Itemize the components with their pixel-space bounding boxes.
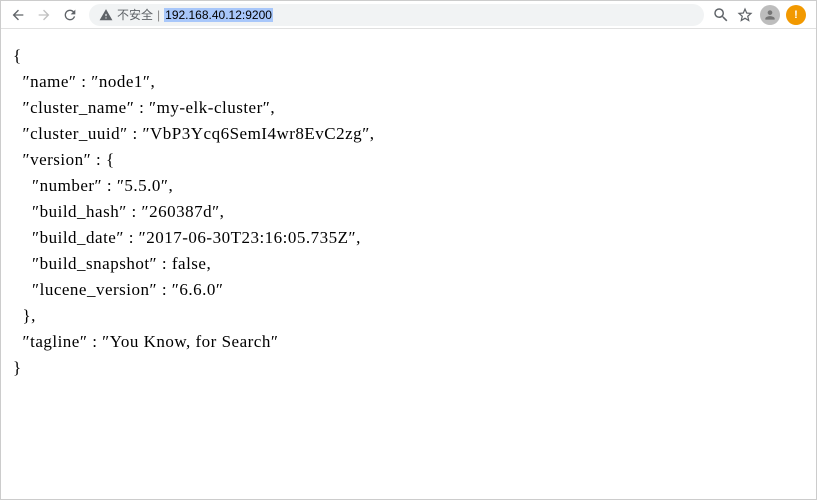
json-key: build_hash: [40, 202, 120, 221]
json-key: tagline: [30, 332, 80, 351]
json-key: name: [30, 72, 69, 91]
zoom-icon: [712, 6, 730, 24]
arrow-left-icon: [10, 7, 26, 23]
bookmark-button[interactable]: [736, 6, 754, 24]
json-value: 5.5.0: [124, 176, 161, 195]
response-body: { ″name″ : ″node1″, ″cluster_name″ : ″my…: [1, 29, 816, 395]
json-key: lucene_version: [40, 280, 150, 299]
json-value: 260387d: [149, 202, 212, 221]
star-icon: [736, 6, 754, 24]
url-text: 192.168.40.12:9200: [164, 8, 273, 22]
arrow-right-icon: [36, 7, 52, 23]
forward-button[interactable]: [33, 4, 55, 26]
zoom-button[interactable]: [712, 6, 730, 24]
warning-icon: [99, 8, 113, 22]
json-key: cluster_uuid: [30, 124, 120, 143]
reload-icon: [62, 7, 78, 23]
json-value: node1: [99, 72, 143, 91]
json-key: cluster_name: [30, 98, 127, 117]
json-key: number: [40, 176, 95, 195]
security-label: 不安全: [117, 6, 153, 23]
json-value: 6.6.0: [179, 280, 216, 299]
bell-icon: !: [794, 9, 798, 21]
json-value: You Know, for Search: [110, 332, 271, 351]
address-input[interactable]: 不安全 | 192.168.40.12:9200: [89, 4, 704, 26]
json-value: 2017-06-30T23:16:05.735Z: [146, 228, 348, 247]
json-value: false: [172, 254, 207, 273]
json-key: build_snapshot: [40, 254, 150, 273]
reload-button[interactable]: [59, 4, 81, 26]
notification-badge[interactable]: !: [786, 5, 806, 25]
browser-toolbar: 不安全 | 192.168.40.12:9200 !: [1, 1, 816, 29]
json-value: VbP3Ycq6SemI4wr8EvC2zg: [150, 124, 362, 143]
json-key: build_date: [40, 228, 117, 247]
toolbar-right: !: [712, 5, 810, 25]
json-key: version: [30, 150, 84, 169]
separator: |: [157, 8, 160, 22]
person-icon: [763, 8, 777, 22]
profile-avatar[interactable]: [760, 5, 780, 25]
back-button[interactable]: [7, 4, 29, 26]
json-value: my-elk-cluster: [157, 98, 263, 117]
